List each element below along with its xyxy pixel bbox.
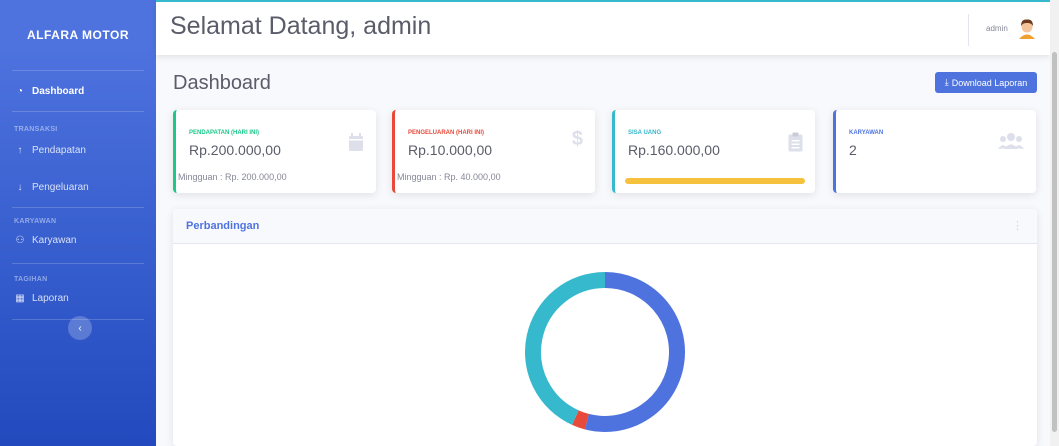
welcome-title: Selamat Datang, admin [170,12,432,40]
donut-slice-pendapatan[interactable] [584,272,685,432]
sidebar-heading-karyawan: KARYAWAN [14,218,57,225]
card-label: KARYAWAN [849,130,884,136]
sidebar-item-dashboard[interactable]: ◔ Dashboard [0,71,156,111]
chart-panel: Perbandingan ⋮ [173,209,1037,446]
card-pengeluaran: PENGELUARAN (HARI INI) Rp.10.000,00 Ming… [392,110,595,193]
card-subtext: Mingguan : Rp. 200.000,00 [178,172,287,182]
donut-slice-sisa-uang[interactable] [525,272,606,425]
users-icon [998,133,1024,149]
sidebar-item-karyawan[interactable]: ⚇ Karyawan [0,225,156,255]
clipboard-icon [788,132,803,152]
sidebar-item-label: Karyawan [32,234,77,246]
donut-chart [525,272,685,432]
card-value: Rp.200.000,00 [189,142,281,158]
progress-bar [625,178,805,184]
download-report-label: Download Laporan [951,77,1028,88]
donut-slice-pengeluaran[interactable] [572,410,590,430]
card-subtext: Mingguan : Rp. 40.000,00 [397,172,501,182]
avatar[interactable] [1016,17,1038,39]
arrow-down-icon: ↓ [17,181,23,193]
card-label: SISA UANG [628,130,662,136]
progress-fill [625,178,805,184]
card-value: Rp.160.000,00 [628,142,720,158]
sidebar-heading-tagihan: TAGIHAN [14,276,48,283]
sidebar-item-label: Pendapatan [32,144,86,156]
dollar-icon: $ [571,128,583,150]
calendar-icon [349,133,363,151]
card-pendapatan: PENDAPATAN (HARI INI) Rp.200.000,00 Ming… [173,110,376,193]
page-scrollbar[interactable] [1050,0,1059,446]
table-icon: ▦ [15,292,25,304]
card-sisa-uang: SISA UANG Rp.160.000,00 [612,110,815,193]
sidebar-toggle-button[interactable]: ‹ [68,316,92,340]
download-report-button[interactable]: ⤓ Download Laporan [935,72,1037,93]
sidebar-item-pengeluaran[interactable]: ↓ Pengeluaran [0,167,156,207]
users-icon: ⚇ [15,234,25,246]
sidebar-item-label: Pengeluaran [32,181,89,193]
card-karyawan: KARYAWAN 2 [833,110,1036,193]
sidebar-item-laporan[interactable]: ▦ Laporan [0,283,156,313]
card-value: Rp.10.000,00 [408,142,493,158]
download-icon: ⤓ [944,77,949,87]
card-label: PENDAPATAN (HARI INI) [189,130,259,136]
sidebar-item-label: Laporan [32,292,69,304]
tachometer-icon: ◔ [16,85,24,97]
card-value: 2 [849,142,857,158]
sidebar-heading-transaksi: TRANSAKSI [14,126,58,133]
panel-header: Perbandingan ⋮ [173,209,1037,244]
chevron-left-icon: ‹ [78,322,82,334]
sidebar-item-label: Dashboard [32,85,85,97]
topbar-divider [968,14,969,46]
user-name[interactable]: admin [986,24,1008,33]
topbar: Selamat Datang, admin admin [156,0,1050,55]
more-vertical-icon[interactable]: ⋮ [1012,219,1023,232]
sidebar: ALFARA MOTOR ◔ Dashboard TRANSAKSI ↑ Pen… [0,0,156,446]
arrow-up-icon: ↑ [17,144,23,156]
sidebar-item-pendapatan[interactable]: ↑ Pendapatan [0,133,156,167]
brand-logo-text[interactable]: ALFARA MOTOR [0,0,156,70]
page-title: Dashboard [173,72,271,94]
card-label: PENGELUARAN (HARI INI) [408,130,484,136]
panel-title: Perbandingan [186,220,260,232]
scrollbar-thumb[interactable] [1052,52,1057,432]
